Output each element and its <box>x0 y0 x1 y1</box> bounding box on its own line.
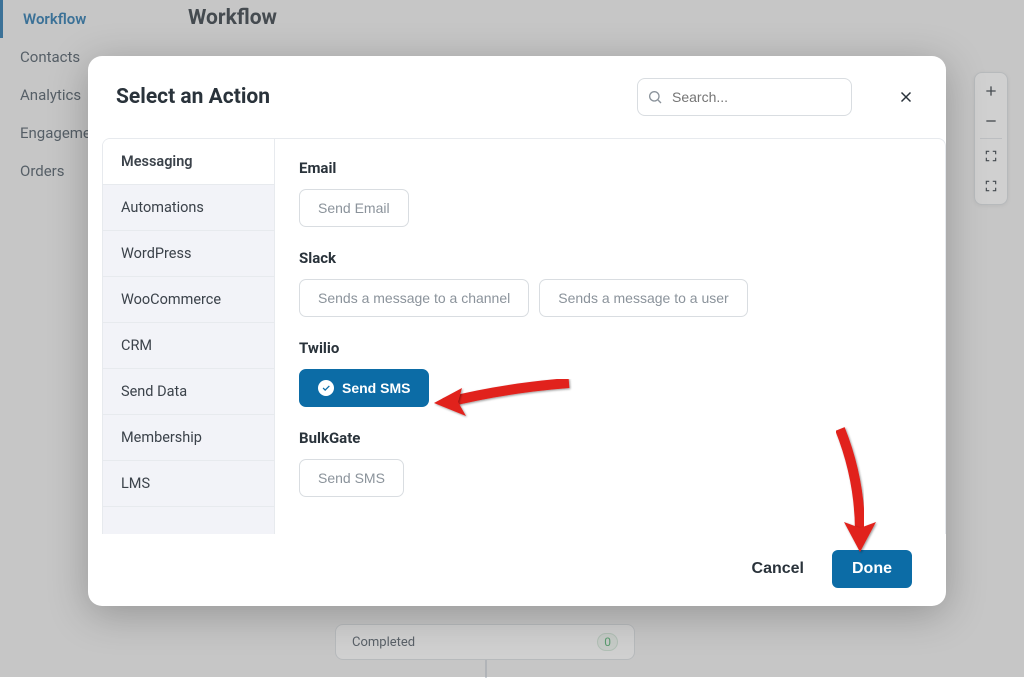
select-action-dialog: Select an Action Messaging Automations W… <box>88 56 946 606</box>
search-wrapper <box>637 78 852 116</box>
category-wordpress[interactable]: WordPress <box>103 231 274 277</box>
action-twilio-send-sms[interactable]: Send SMS <box>299 369 429 407</box>
check-icon <box>318 380 334 396</box>
category-membership[interactable]: Membership <box>103 415 274 461</box>
close-button[interactable] <box>894 85 918 109</box>
dialog-body: Messaging Automations WordPress WooComme… <box>102 138 946 534</box>
close-icon <box>897 88 915 106</box>
action-slack-channel[interactable]: Sends a message to a channel <box>299 279 529 317</box>
category-lms[interactable]: LMS <box>103 461 274 507</box>
dialog-title: Select an Action <box>116 85 270 109</box>
dialog-header: Select an Action <box>88 56 946 138</box>
done-button[interactable]: Done <box>832 550 912 588</box>
section-label-twilio: Twilio <box>299 339 921 357</box>
dialog-footer: Cancel Done <box>88 534 946 606</box>
category-automations[interactable]: Automations <box>103 185 274 231</box>
action-slack-user[interactable]: Sends a message to a user <box>539 279 747 317</box>
search-input[interactable] <box>637 78 852 116</box>
search-icon <box>647 89 663 105</box>
category-messaging[interactable]: Messaging <box>103 139 274 185</box>
action-twilio-send-sms-label: Send SMS <box>342 380 410 396</box>
action-send-email[interactable]: Send Email <box>299 189 409 227</box>
category-send-data[interactable]: Send Data <box>103 369 274 415</box>
section-label-bulkgate: BulkGate <box>299 429 921 447</box>
cancel-button[interactable]: Cancel <box>746 559 810 579</box>
category-crm[interactable]: CRM <box>103 323 274 369</box>
category-woocommerce[interactable]: WooCommerce <box>103 277 274 323</box>
section-label-slack: Slack <box>299 249 921 267</box>
category-list: Messaging Automations WordPress WooComme… <box>103 139 275 534</box>
section-label-email: Email <box>299 159 921 177</box>
action-bulkgate-send-sms[interactable]: Send SMS <box>299 459 404 497</box>
action-panel: Email Send Email Slack Sends a message t… <box>275 139 945 534</box>
